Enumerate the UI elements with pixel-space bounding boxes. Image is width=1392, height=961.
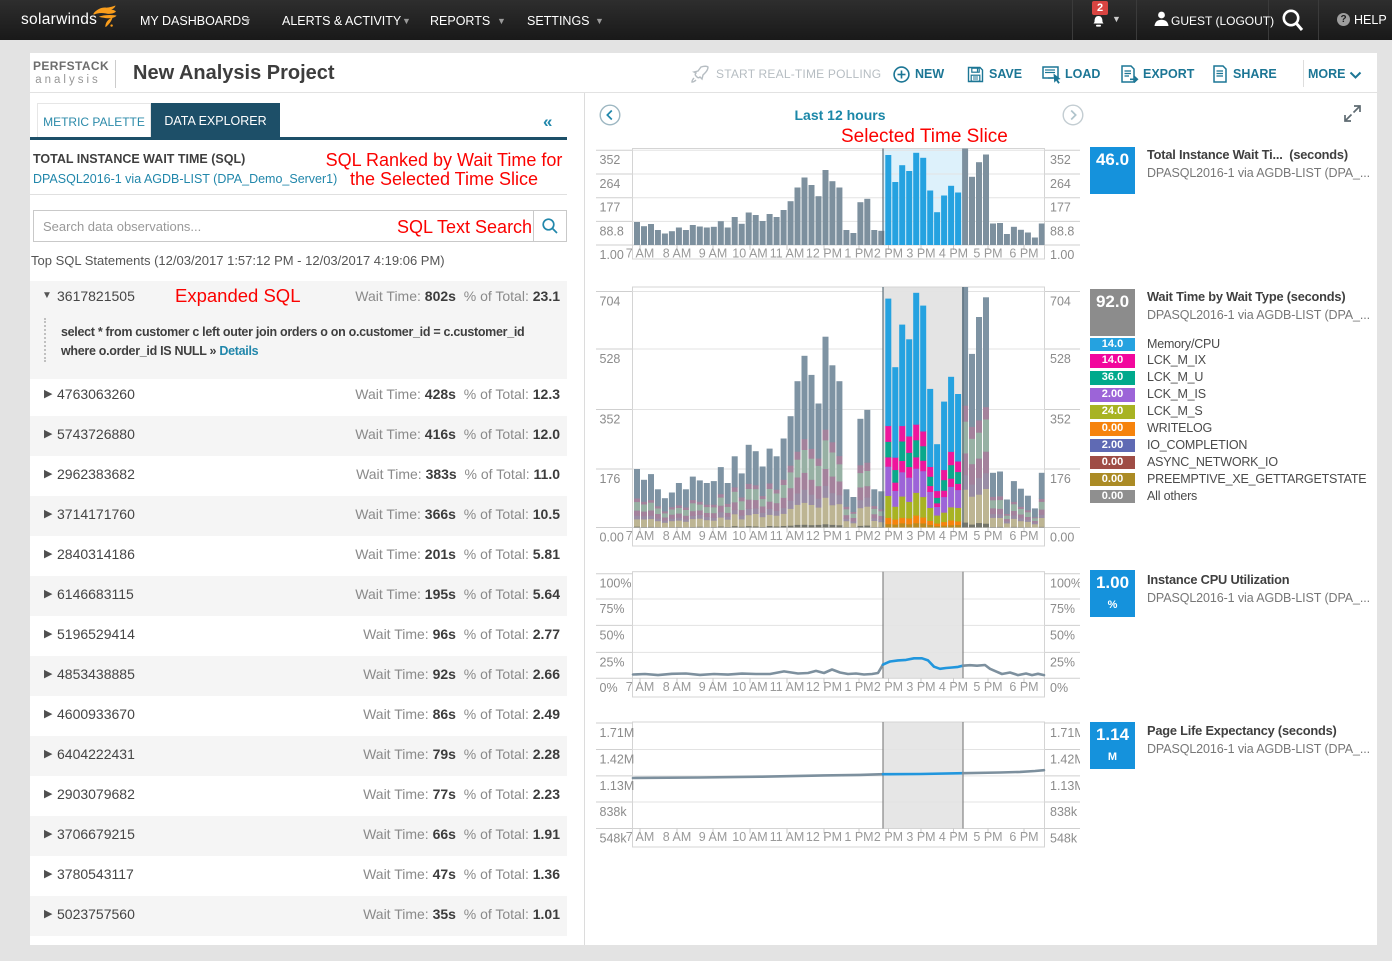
svg-text:704: 704 bbox=[600, 295, 621, 309]
svg-text:548k: 548k bbox=[600, 832, 628, 846]
svg-text:528: 528 bbox=[600, 352, 621, 366]
svg-text:2 PM: 2 PM bbox=[874, 830, 903, 844]
svg-text:12 PM: 12 PM bbox=[806, 830, 842, 844]
svg-text:7 AM: 7 AM bbox=[626, 529, 655, 543]
svg-text:8 AM: 8 AM bbox=[663, 680, 692, 694]
svg-text:9 AM: 9 AM bbox=[699, 830, 728, 844]
svg-text:12 PM: 12 PM bbox=[806, 247, 842, 261]
svg-text:7 AM: 7 AM bbox=[626, 247, 655, 261]
svg-text:2 PM: 2 PM bbox=[874, 529, 903, 543]
svg-text:12 PM: 12 PM bbox=[806, 529, 842, 543]
svg-text:838k: 838k bbox=[600, 805, 628, 819]
svg-text:10 AM: 10 AM bbox=[732, 529, 767, 543]
svg-text:0%: 0% bbox=[1050, 681, 1068, 695]
svg-text:0%: 0% bbox=[600, 681, 618, 695]
svg-text:11 AM: 11 AM bbox=[770, 529, 805, 543]
svg-text:2 PM: 2 PM bbox=[874, 247, 903, 261]
svg-text:6 PM: 6 PM bbox=[1009, 529, 1038, 543]
svg-text:704: 704 bbox=[1050, 295, 1071, 309]
svg-text:75%: 75% bbox=[1050, 602, 1075, 616]
svg-text:3 PM: 3 PM bbox=[906, 247, 935, 261]
svg-text:0.00: 0.00 bbox=[600, 531, 624, 545]
svg-text:6 PM: 6 PM bbox=[1009, 830, 1038, 844]
svg-text:5 PM: 5 PM bbox=[973, 830, 1002, 844]
svg-text:177: 177 bbox=[1050, 201, 1071, 215]
svg-text:9 AM: 9 AM bbox=[699, 529, 728, 543]
svg-text:8 AM: 8 AM bbox=[663, 529, 692, 543]
svg-text:11 AM: 11 AM bbox=[770, 830, 805, 844]
svg-text:1 PM: 1 PM bbox=[844, 247, 873, 261]
svg-text:25%: 25% bbox=[600, 655, 625, 669]
svg-text:1.13M: 1.13M bbox=[600, 779, 635, 793]
svg-text:6 PM: 6 PM bbox=[1009, 247, 1038, 261]
svg-text:10 AM: 10 AM bbox=[732, 680, 767, 694]
svg-text:1.42M: 1.42M bbox=[1050, 753, 1080, 767]
svg-text:177: 177 bbox=[600, 201, 621, 215]
svg-text:176: 176 bbox=[600, 472, 621, 486]
svg-text:8 AM: 8 AM bbox=[663, 247, 692, 261]
svg-text:0.00: 0.00 bbox=[1050, 531, 1074, 545]
svg-text:1 PM: 1 PM bbox=[844, 529, 873, 543]
svg-text:9 AM: 9 AM bbox=[699, 247, 728, 261]
svg-text:1.00: 1.00 bbox=[600, 248, 624, 262]
svg-text:5 PM: 5 PM bbox=[973, 680, 1002, 694]
svg-text:548k: 548k bbox=[1050, 832, 1078, 846]
svg-text:4 PM: 4 PM bbox=[939, 680, 968, 694]
svg-text:7 AM: 7 AM bbox=[626, 830, 655, 844]
svg-text:3 PM: 3 PM bbox=[906, 680, 935, 694]
svg-text:8 AM: 8 AM bbox=[663, 830, 692, 844]
svg-text:4 PM: 4 PM bbox=[939, 529, 968, 543]
svg-text:1.13M: 1.13M bbox=[1050, 779, 1080, 793]
svg-text:9 AM: 9 AM bbox=[699, 680, 728, 694]
svg-text:5 PM: 5 PM bbox=[973, 247, 1002, 261]
svg-text:3 PM: 3 PM bbox=[906, 529, 935, 543]
svg-text:2 PM: 2 PM bbox=[874, 680, 903, 694]
svg-text:1.71M: 1.71M bbox=[1050, 726, 1080, 740]
svg-text:4 PM: 4 PM bbox=[939, 830, 968, 844]
svg-text:11 AM: 11 AM bbox=[770, 680, 805, 694]
svg-text:352: 352 bbox=[600, 413, 621, 427]
svg-text:10 AM: 10 AM bbox=[732, 830, 767, 844]
svg-text:88.8: 88.8 bbox=[1050, 224, 1074, 238]
svg-text:528: 528 bbox=[1050, 352, 1071, 366]
svg-text:75%: 75% bbox=[600, 602, 625, 616]
svg-text:4 PM: 4 PM bbox=[939, 247, 968, 261]
svg-text:10 AM: 10 AM bbox=[732, 247, 767, 261]
svg-text:1 PM: 1 PM bbox=[844, 680, 873, 694]
svg-text:352: 352 bbox=[1050, 413, 1071, 427]
svg-text:838k: 838k bbox=[1050, 805, 1078, 819]
svg-text:3 PM: 3 PM bbox=[906, 830, 935, 844]
svg-text:1.71M: 1.71M bbox=[600, 726, 635, 740]
svg-text:12 PM: 12 PM bbox=[806, 680, 842, 694]
svg-text:100%: 100% bbox=[1050, 577, 1080, 591]
svg-text:50%: 50% bbox=[600, 628, 625, 642]
svg-text:352: 352 bbox=[1050, 153, 1071, 167]
svg-text:1.00: 1.00 bbox=[1050, 248, 1074, 262]
svg-text:7 AM: 7 AM bbox=[626, 680, 655, 694]
svg-text:352: 352 bbox=[600, 153, 621, 167]
svg-text:50%: 50% bbox=[1050, 628, 1075, 642]
svg-text:6 PM: 6 PM bbox=[1009, 680, 1038, 694]
svg-text:1 PM: 1 PM bbox=[844, 830, 873, 844]
svg-text:25%: 25% bbox=[1050, 655, 1075, 669]
svg-text:11 AM: 11 AM bbox=[770, 247, 805, 261]
svg-text:5 PM: 5 PM bbox=[973, 529, 1002, 543]
svg-text:88.8: 88.8 bbox=[600, 224, 624, 238]
svg-text:176: 176 bbox=[1050, 472, 1071, 486]
svg-text:100%: 100% bbox=[600, 577, 632, 591]
svg-text:264: 264 bbox=[600, 177, 621, 191]
svg-text:264: 264 bbox=[1050, 177, 1071, 191]
svg-text:1.42M: 1.42M bbox=[600, 753, 635, 767]
